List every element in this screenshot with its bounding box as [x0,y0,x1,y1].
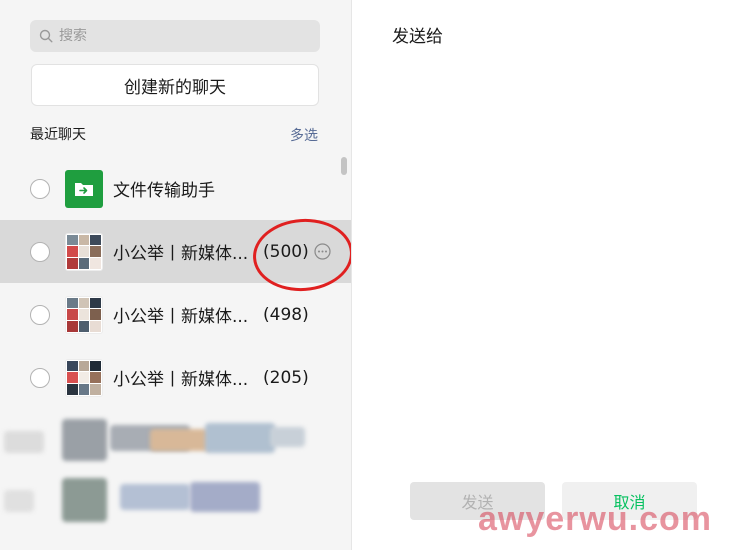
recent-chats-title: 最近聊天 [30,127,86,143]
search-input[interactable] [59,28,299,44]
chat-name: 小公举丨新媒体... [113,370,249,390]
redacted-chat-row [0,409,351,472]
group-avatar [65,358,103,397]
select-radio[interactable] [30,241,50,262]
select-radio[interactable] [30,178,50,199]
select-radio[interactable] [30,304,50,325]
group-avatar [65,295,103,334]
chat-row-group[interactable]: 小公举丨新媒体... (498) [0,283,351,346]
scrollbar[interactable] [341,157,347,175]
chat-row-group[interactable]: 小公举丨新媒体... (205) [0,346,351,409]
chat-list: 文件传输助手 小公举丨新媒体... (500) 小公举丨新媒体... (498)… [0,157,351,535]
send-to-title: 发送给 [392,27,443,47]
search-box[interactable] [30,20,320,52]
search-icon [39,29,53,43]
chat-row-file-transfer[interactable]: 文件传输助手 [0,157,351,220]
new-chat-button[interactable]: 创建新的聊天 [31,64,319,106]
member-count: (205) [263,367,309,388]
watermark: awyerwu.com [478,500,712,538]
chat-name: 小公举丨新媒体... [113,244,249,264]
right-panel: 发送给 发送 取消 [351,0,755,550]
chat-name: 小公举丨新媒体... [113,307,249,327]
chat-name: 文件传输助手 [113,181,215,201]
redacted-chat-row [0,472,351,535]
multi-select-link[interactable]: 多选 [290,125,318,145]
group-avatar [65,232,103,271]
select-radio[interactable] [30,367,50,388]
member-count: (498) [263,304,309,325]
file-transfer-icon [65,169,103,208]
